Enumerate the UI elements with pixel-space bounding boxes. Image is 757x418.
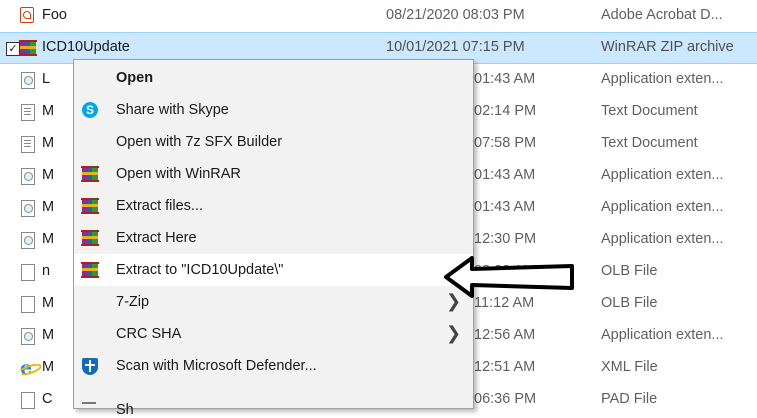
winrar-icon — [81, 198, 99, 214]
annotation-arrow-icon — [444, 256, 574, 298]
file-name: M — [42, 199, 55, 215]
file-name: M — [42, 295, 55, 311]
file-name: M — [42, 359, 55, 375]
dll-icon — [20, 199, 36, 217]
file-type: Text Document — [601, 103, 698, 119]
dll-icon — [20, 231, 36, 249]
skype-icon: S — [82, 102, 98, 118]
file-type: Application exten... — [601, 327, 724, 343]
menu-item-7-zip[interactable]: 7-Zip ❯ — [74, 286, 473, 318]
file-date: 10/01/2021 07:15 PM — [386, 39, 525, 55]
file-date: 01:43 AM — [474, 199, 536, 215]
file-type: XML File — [601, 359, 658, 375]
menu-item-label: 7-Zip — [116, 294, 150, 310]
menu-item-share[interactable]: Sh — [74, 382, 473, 418]
dll-icon — [20, 71, 36, 89]
blank-file-icon — [20, 263, 36, 281]
file-name: L — [42, 71, 51, 87]
text-document-icon — [20, 135, 36, 153]
defender-shield-icon — [82, 358, 98, 375]
file-name: Foo — [42, 7, 67, 23]
menu-item-label: Extract to "ICD10Update\" — [116, 262, 284, 278]
menu-item-label: Scan with Microsoft Defender... — [116, 358, 317, 374]
menu-item-open[interactable]: Open — [74, 62, 473, 94]
winrar-icon — [81, 166, 99, 182]
context-menu: Open S Share with Skype Open with 7z SFX… — [73, 59, 474, 418]
menu-item-label: Open with 7z SFX Builder — [116, 134, 283, 150]
dll-icon — [20, 167, 36, 185]
menu-item-crc-sha[interactable]: CRC SHA ❯ — [74, 318, 473, 350]
winrar-icon — [81, 262, 99, 278]
file-type: PAD File — [601, 391, 658, 407]
winrar-icon — [19, 40, 37, 58]
menu-item-label: CRC SHA — [116, 326, 182, 342]
menu-item-extract-files[interactable]: Extract files... — [74, 190, 473, 222]
menu-item-extract-to-folder[interactable]: Extract to "ICD10Update\" — [74, 254, 473, 286]
file-date: 08/21/2020 08:03 PM — [386, 7, 525, 23]
file-date: 02:14 PM — [474, 103, 537, 119]
dll-icon — [20, 327, 36, 345]
winrar-icon — [81, 230, 99, 246]
file-row-foo[interactable]: Foo 08/21/2020 08:03 PM Adobe Acrobat D.… — [0, 0, 757, 32]
file-type: Text Document — [601, 135, 698, 151]
menu-item-label: Open — [116, 70, 154, 86]
file-date: 01:43 AM — [474, 71, 536, 87]
chevron-right-icon: ❯ — [446, 323, 462, 343]
file-name: M — [42, 167, 55, 183]
menu-item-scan-with-defender[interactable]: Scan with Microsoft Defender... — [74, 350, 473, 382]
blank-file-icon — [20, 295, 36, 313]
file-type: Adobe Acrobat D... — [601, 7, 723, 23]
menu-item-label: Extract files... — [116, 198, 204, 214]
menu-item-label: Extract Here — [116, 230, 197, 246]
file-type: OLB File — [601, 263, 658, 279]
file-date: 12:51 AM — [474, 359, 536, 375]
file-name: ICD10Update — [42, 39, 130, 55]
text-document-icon — [20, 103, 36, 121]
file-type: Application exten... — [601, 71, 724, 87]
file-type: OLB File — [601, 295, 658, 311]
file-name: n — [42, 263, 51, 279]
blank-file-icon — [20, 391, 36, 409]
file-date: 01:43 AM — [474, 167, 536, 183]
share-icon — [82, 402, 96, 412]
internet-explorer-icon: e — [20, 357, 33, 379]
pdf-icon — [20, 7, 36, 25]
menu-item-open-with-winrar[interactable]: Open with WinRAR — [74, 158, 473, 190]
row-checkbox[interactable]: ✓ — [6, 42, 20, 56]
file-name: M — [42, 103, 55, 119]
file-name: C — [42, 391, 53, 407]
file-date: 12:56 AM — [474, 327, 536, 343]
menu-item-open-with-7z-sfx-builder[interactable]: Open with 7z SFX Builder — [74, 126, 473, 158]
file-name: M — [42, 231, 55, 247]
file-name: M — [42, 327, 55, 343]
file-date: 12:30 PM — [474, 231, 537, 247]
menu-item-label: Sh — [116, 402, 134, 418]
file-type: Application exten... — [601, 167, 724, 183]
file-type: Application exten... — [601, 199, 724, 215]
menu-item-share-with-skype[interactable]: S Share with Skype — [74, 94, 473, 126]
menu-item-label: Share with Skype — [116, 102, 229, 118]
file-name: M — [42, 135, 55, 151]
menu-item-label: Open with WinRAR — [116, 166, 241, 182]
file-type: Application exten... — [601, 231, 724, 247]
file-type: WinRAR ZIP archive — [601, 39, 734, 55]
menu-item-extract-here[interactable]: Extract Here — [74, 222, 473, 254]
file-date: 06:36 PM — [474, 391, 537, 407]
file-date: 07:58 PM — [474, 135, 537, 151]
